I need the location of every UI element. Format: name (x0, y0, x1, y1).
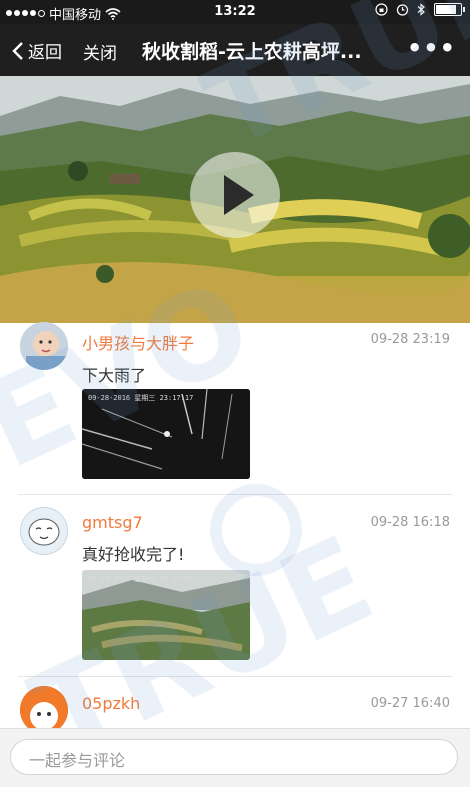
avatar[interactable] (20, 322, 68, 370)
comment-input[interactable]: 一起参与评论 (10, 739, 458, 775)
back-label: 返回 (28, 43, 62, 63)
divider (18, 676, 452, 677)
status-right (375, 3, 465, 16)
comment-text: 下大雨了 (82, 366, 147, 385)
baby-avatar-icon (20, 322, 68, 370)
back-button[interactable]: 返回 (12, 38, 62, 63)
comment-time: 09-27 16:40 (370, 696, 450, 711)
orange-character-avatar-icon (20, 686, 68, 728)
comment-username[interactable]: gmtsg7 (82, 513, 143, 532)
comment-item: 05pzkh 09-27 16:40 (0, 686, 470, 728)
alarm-icon (396, 4, 409, 16)
bluetooth-icon (417, 3, 425, 16)
comment-time: 09-28 23:19 (370, 332, 450, 347)
back-chevron-icon (12, 41, 23, 60)
comment-username[interactable]: 小男孩与大胖子 (82, 330, 194, 354)
photo-timestamp: 09-28-2016 星期三 23:17:17 (88, 394, 194, 402)
comment-input-bar: 一起参与评论 (0, 728, 470, 787)
comment-photo[interactable]: 09-28-2016 星期三 16:14:27 (82, 570, 250, 660)
photo-timestamp: 09-28-2016 星期三 16:14:27 (88, 575, 194, 583)
comment-username[interactable]: 05pzkh (82, 694, 140, 713)
comment-text: 真好抢收完了! (82, 545, 185, 564)
avatar[interactable] (20, 507, 68, 555)
close-button[interactable]: 关闭 (83, 39, 117, 64)
status-bar: 中国移动 13:22 (0, 0, 470, 24)
comment-item: gmtsg7 09-28 16:18 真好抢收完了! 09-28-2016 星期… (0, 505, 470, 673)
cartoon-face-avatar-icon (21, 508, 67, 554)
avatar[interactable] (20, 686, 68, 728)
divider (18, 494, 452, 495)
more-menu-button[interactable]: ••• (407, 34, 456, 62)
comment-item: 小男孩与大胖子 09-28 23:19 下大雨了 09-28-2016 星期三 … (0, 322, 470, 494)
comment-photo[interactable]: 09-28-2016 星期三 23:17:17 (82, 389, 250, 479)
page-title: 秋收割稻-云上农耕高坪... (142, 41, 362, 63)
battery-icon (434, 3, 465, 16)
play-button[interactable] (190, 152, 280, 238)
comment-time: 09-28 16:18 (370, 515, 450, 530)
video-player[interactable] (0, 76, 470, 323)
nav-bar: 返回 关闭 秋收割稻-云上农耕高坪... ••• (0, 24, 470, 76)
orientation-lock-icon (375, 3, 388, 16)
